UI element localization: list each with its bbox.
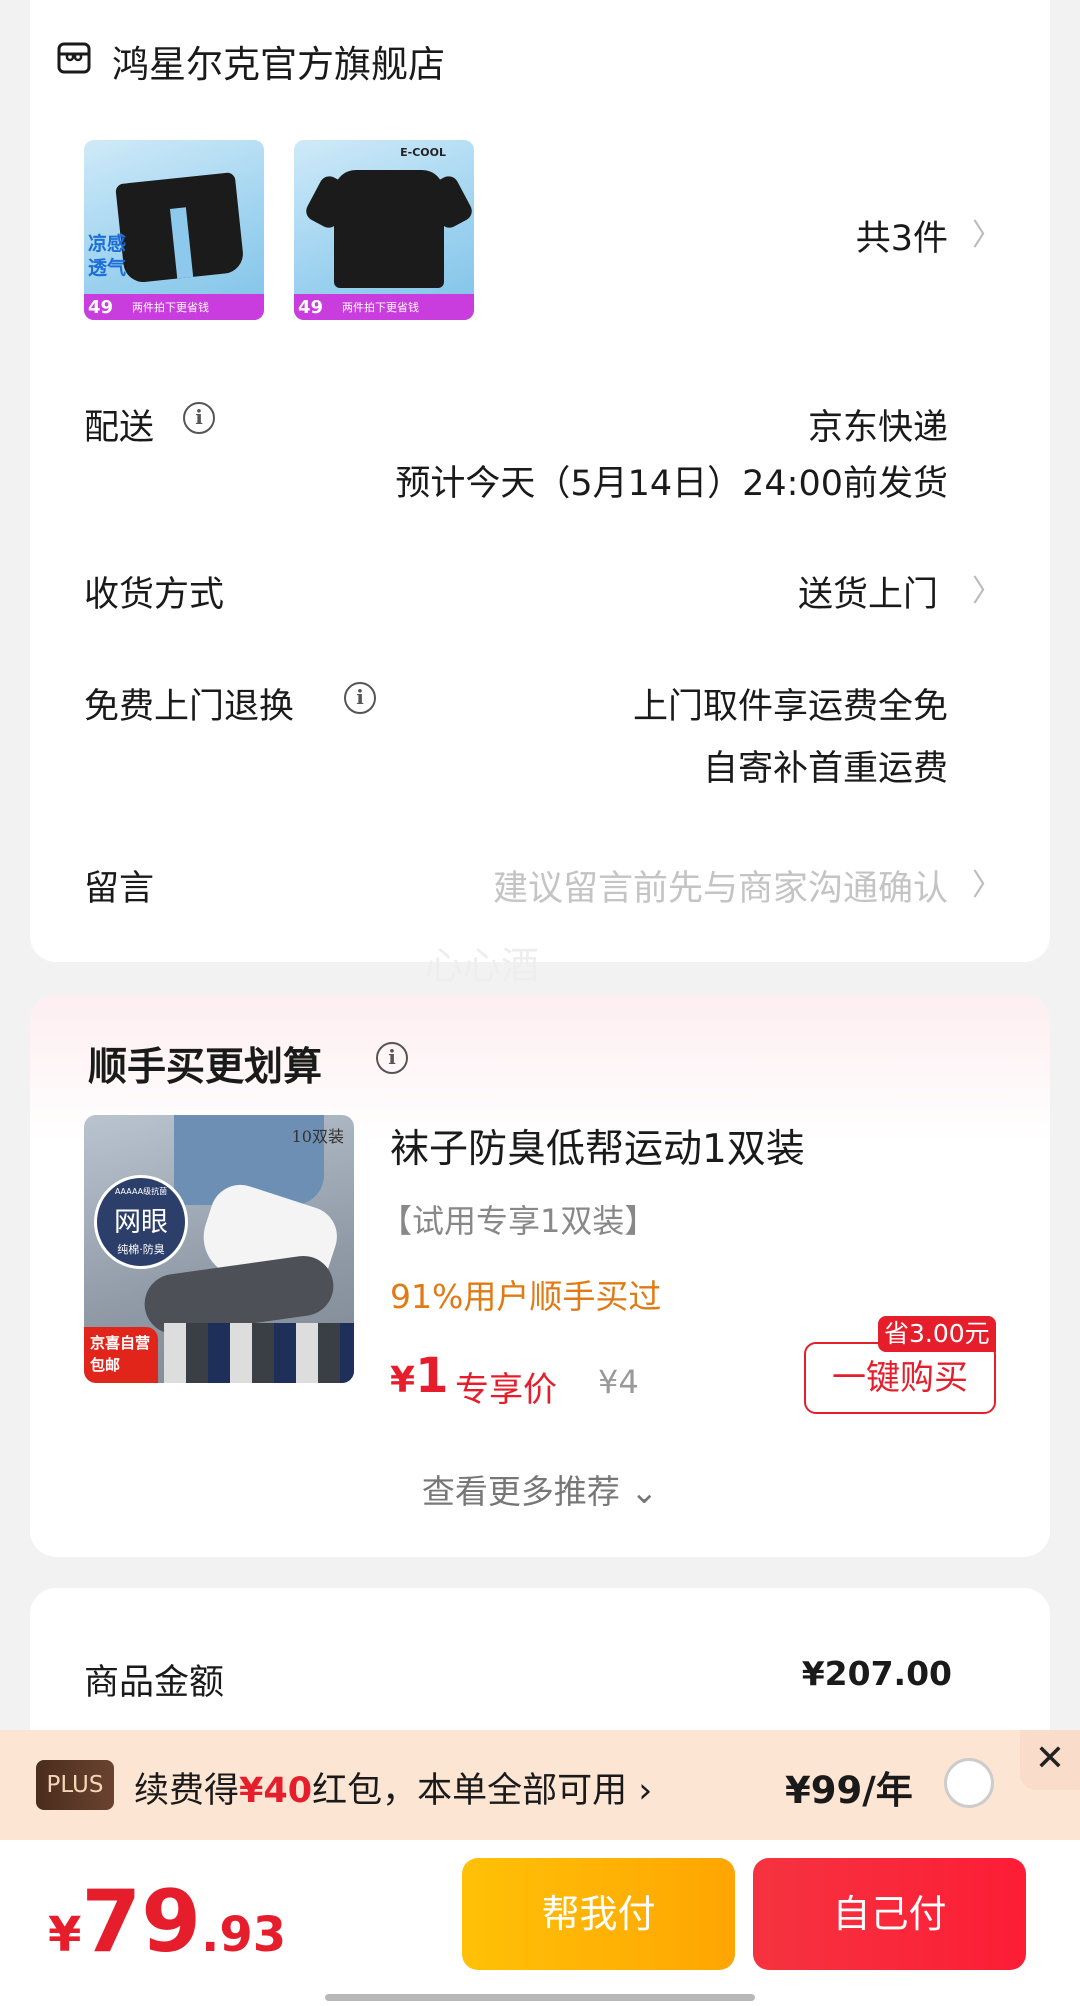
product-title[interactable]: 袜子防臭低帮运动1双装: [390, 1118, 805, 1174]
info-icon[interactable]: i: [376, 1042, 408, 1074]
receive-label: 收货方式: [84, 575, 225, 615]
self-pay-button[interactable]: 自己付: [753, 1858, 1026, 1970]
receive-value[interactable]: 送货上门: [798, 566, 938, 617]
plus-badge: PLUS: [36, 1760, 114, 1810]
amount-label: 商品金额: [84, 1663, 225, 1703]
bundle-title: 顺手买更划算: [88, 1045, 323, 1090]
save-badge: 省3.00元: [878, 1316, 996, 1352]
message-input[interactable]: 建议留言前先与商家沟通确认: [493, 860, 948, 911]
free-shipping-corner: 京喜自营包邮: [84, 1327, 158, 1383]
product-thumb-shorts[interactable]: 凉感透气 49 两件拍下更省钱: [84, 140, 264, 320]
plus-radio[interactable]: [944, 1758, 994, 1808]
thumb-promo: 两件拍下更省钱: [342, 301, 419, 314]
chevron-right-icon[interactable]: 〉: [972, 210, 1002, 254]
price-tag: 专享价: [455, 1370, 557, 1410]
info-icon[interactable]: i: [344, 682, 376, 714]
chevron-right-icon[interactable]: 〉: [972, 566, 1002, 610]
sock-product-image[interactable]: AAAAA级抗菌 网眼 纯棉·防臭 10双装 京喜自营包邮: [84, 1115, 354, 1383]
store-icon: [57, 42, 91, 74]
mesh-badge: AAAAA级抗菌 网眼 纯棉·防臭: [94, 1175, 188, 1269]
see-more-link[interactable]: 查看更多推荐 ⌄: [0, 1465, 1080, 1513]
returns-label: 免费上门退换: [84, 687, 295, 727]
store-name[interactable]: 鸿星尔克官方旗舰店: [112, 34, 445, 88]
message-label: 留言: [84, 869, 155, 909]
chevron-right-icon: ›: [627, 1771, 653, 1811]
total-price: ¥79.93: [48, 1872, 287, 1972]
delivery-eta: 预计今天（5月14日）24:00前发货: [395, 464, 948, 504]
thumb-brand: E-COOL: [400, 146, 446, 159]
plus-promo-text[interactable]: 续费得¥40红包，本单全部可用 ›: [134, 1762, 652, 1813]
pack-count: 10双装: [291, 1127, 344, 1146]
chevron-right-icon[interactable]: 〉: [972, 860, 1002, 904]
plus-price: ¥99/年: [785, 1769, 913, 1812]
product-social-proof: 91%用户顺手买过: [390, 1277, 662, 1316]
product-price: ¥1: [390, 1348, 449, 1404]
thumb-price: 49: [298, 297, 324, 318]
thumb-cool-text: 凉感透气: [88, 233, 127, 279]
chevron-down-icon: ⌄: [619, 1472, 659, 1511]
delivery-carrier: 京东快递: [807, 408, 948, 448]
product-thumb-tee[interactable]: E-COOL 49 两件拍下更省钱: [294, 140, 474, 320]
amount-value: ¥207.00: [801, 1654, 952, 1693]
thumb-price: 49: [88, 297, 114, 318]
item-count[interactable]: 共3件: [856, 210, 948, 261]
one-click-buy-button[interactable]: 一键购买: [804, 1342, 996, 1414]
close-icon[interactable]: ✕: [1020, 1730, 1080, 1790]
delivery-label: 配送: [84, 408, 155, 448]
info-icon[interactable]: i: [183, 402, 215, 434]
help-pay-button[interactable]: 帮我付: [462, 1858, 735, 1970]
original-price: ¥4: [598, 1363, 639, 1401]
home-indicator[interactable]: [325, 1994, 755, 2001]
returns-line1: 上门取件享运费全免: [632, 687, 948, 727]
returns-line2: 自寄补首重运费: [702, 749, 948, 789]
watermark-text: 心心酒: [425, 944, 540, 988]
thumb-promo: 两件拍下更省钱: [132, 301, 209, 314]
product-spec: 【试用专享1双装】: [380, 1202, 657, 1240]
